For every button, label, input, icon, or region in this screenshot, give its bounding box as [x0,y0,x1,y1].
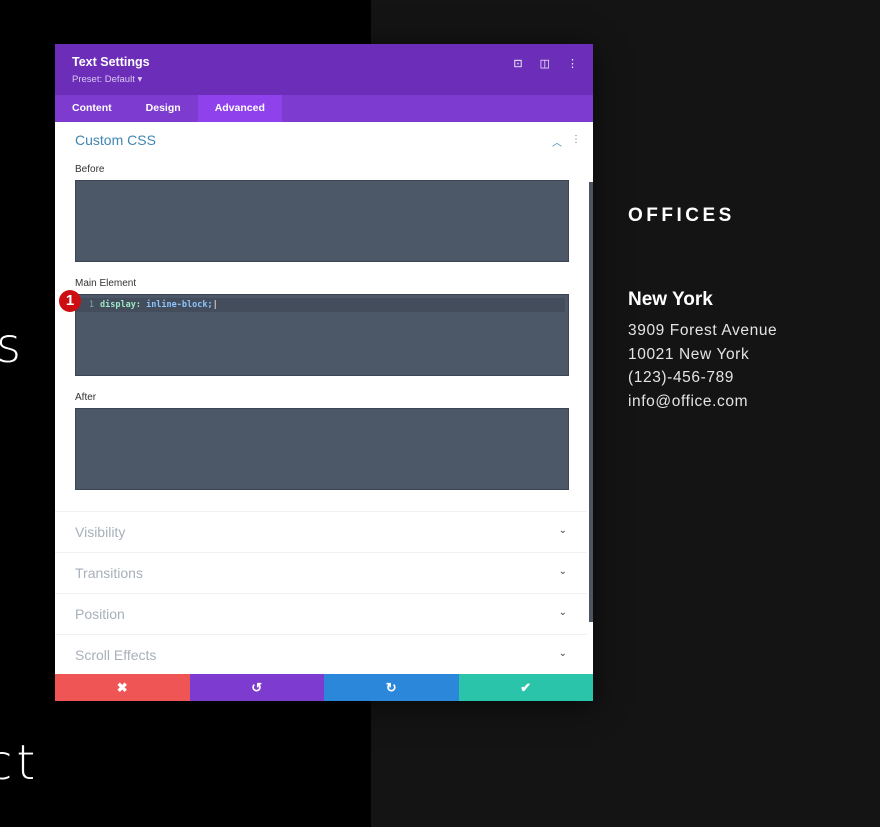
section-transitions[interactable]: Transitions ⌄ [55,552,587,593]
redo-button[interactable]: ↻ [324,674,459,701]
undo-button[interactable]: ↺ [189,674,324,701]
field-label: Before [75,164,105,175]
tab-advanced[interactable]: Advanced [197,95,282,122]
heading-fragment: s [0,318,26,374]
chevron-up-icon[interactable]: ︿ [552,134,562,149]
modal-header[interactable]: Text Settings Preset: Default ▾ ⊡ ◫ ⋮ [55,44,593,95]
modal-title: Text Settings [72,55,150,69]
office-zip: 10021 New York [628,345,750,363]
office-address: 3909 Forest Avenue [628,322,778,339]
office-email: info@office.com [628,392,749,410]
chevron-down-icon: ⌄ [558,566,567,577]
main-element-css-editor[interactable]: 1 display: inline-block;| [75,294,569,376]
cancel-button[interactable]: ✖ [55,674,190,701]
more-icon[interactable]: ⋮ [571,134,581,149]
more-icon[interactable]: ⋮ [567,57,578,70]
office-phone: (123)-456-789 [628,369,735,386]
scrollbar[interactable] [589,182,593,622]
section-label: Transitions [75,565,143,581]
section-title-custom-css[interactable]: Custom CSS [75,132,156,148]
tab-bar: Content Design Advanced [55,95,593,122]
css-value: inline-block; [140,300,213,310]
focus-icon[interactable]: ⊡ [513,57,522,70]
chevron-down-icon: ⌄ [558,525,567,536]
step-badge: 1 [59,290,81,312]
field-label: After [75,392,97,403]
heading-fragment: ct [0,735,40,791]
preset-dropdown[interactable]: Preset: Default ▾ [72,74,142,85]
css-property: display: [100,300,141,310]
section-visibility[interactable]: Visibility ⌄ [55,511,587,552]
text-settings-modal: Text Settings Preset: Default ▾ ⊡ ◫ ⋮ Co… [55,44,593,701]
section-label: Visibility [75,524,126,540]
chevron-down-icon: ⌄ [558,648,567,659]
tab-content[interactable]: Content [55,95,129,122]
office-city[interactable]: New York [628,289,713,311]
code-line: 1 display: inline-block;| [76,298,565,312]
before-css-editor[interactable] [75,180,569,262]
split-view-icon[interactable]: ◫ [540,57,550,70]
section-label: Scroll Effects [75,647,157,663]
offices-heading: OFFICES [628,205,735,226]
section-position[interactable]: Position ⌄ [55,593,587,634]
office-details: 3909 Forest Avenue 10021 New York (123)-… [628,319,777,413]
chevron-down-icon: ⌄ [558,607,567,618]
tab-design[interactable]: Design [129,95,198,122]
after-css-editor[interactable] [75,408,569,490]
section-label: Position [75,606,125,622]
save-button[interactable]: ✔ [458,674,593,701]
section-scroll-effects[interactable]: Scroll Effects ⌄ [55,634,587,674]
field-label: Main Element [75,278,137,289]
